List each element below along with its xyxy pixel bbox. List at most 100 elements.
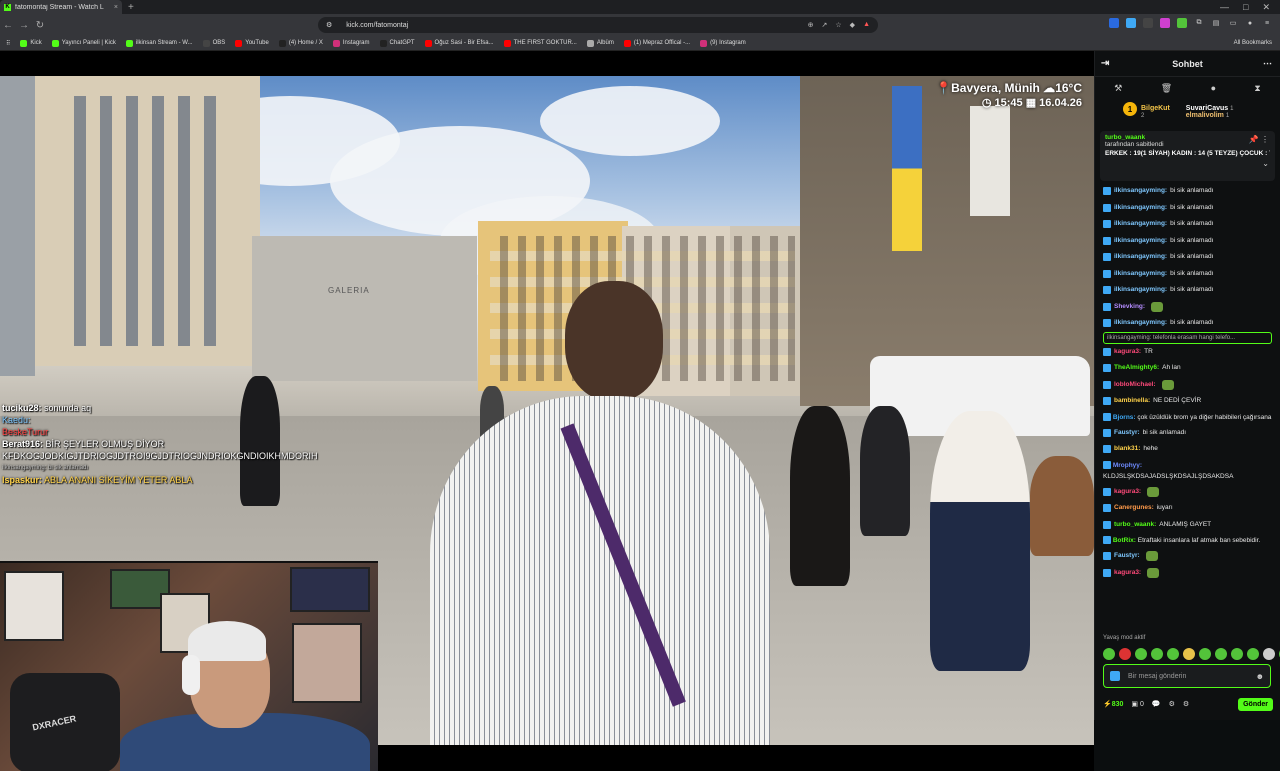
chat-username[interactable]: blank31: [1114, 441, 1140, 458]
chat-username[interactable]: ilkinsangayming: [1114, 266, 1167, 283]
chat-username[interactable]: kagura3: [1114, 484, 1141, 501]
sidebar-icon[interactable]: ▤ [1211, 18, 1221, 28]
extension-icon[interactable] [1160, 18, 1170, 28]
extension-icon[interactable] [1177, 18, 1187, 28]
chat-more-icon[interactable]: ⋯ [1263, 58, 1272, 69]
emote-icon[interactable] [1263, 648, 1275, 660]
chat-message[interactable]: ilkinsangayming: bi sik anlamadı [1103, 266, 1272, 283]
chat-message[interactable]: ilkinsangayming: bi sik anlamadı [1103, 233, 1272, 250]
pin-icon[interactable]: 📌 ⋮ [1249, 135, 1269, 144]
bookmark-item[interactable]: THE FIRST GOKTUR... [503, 39, 577, 47]
chat-username[interactable]: kagura3: [1114, 565, 1141, 582]
bookmark-item[interactable]: Yayıncı Paneli | Kick [51, 39, 116, 47]
gifter-name[interactable]: elmalivolim [1186, 112, 1224, 119]
chat-username[interactable]: ilkinsangayming: [1114, 183, 1167, 200]
back-icon[interactable]: ← [0, 20, 16, 31]
chat-message[interactable]: Faustyr: [1103, 548, 1272, 565]
chat-message[interactable]: bambinella: NE DEDİ ÇEVİR [1103, 393, 1272, 410]
chat-username[interactable]: Faustyr: [1114, 425, 1140, 442]
bookmark-item[interactable]: OBS [202, 39, 225, 47]
extension-icon[interactable] [1109, 18, 1119, 28]
channel-points[interactable]: ⚡830 [1103, 700, 1123, 708]
emote-icon[interactable] [1151, 648, 1163, 660]
url-input[interactable]: ⚙ kick.com/fatomontaj ⊕ ↗ ☆ ◆ ▲ [318, 17, 878, 33]
collapse-chat-icon[interactable]: ⇥ [1101, 58, 1109, 69]
forward-icon[interactable]: → [16, 20, 32, 31]
chat-username[interactable]: BotRix: [1113, 537, 1136, 544]
menu-icon[interactable]: ≡ [1262, 18, 1272, 28]
chat-message[interactable]: kagura3: TR [1103, 344, 1272, 361]
wallet-icon[interactable]: ▭ [1228, 18, 1238, 28]
reply-preview[interactable]: ilkinsangayming: telefonla erasam hangi … [1103, 331, 1272, 344]
message-icon[interactable]: ● [1211, 83, 1216, 93]
chat-username[interactable]: lobloMichael: [1114, 377, 1156, 394]
profile-icon[interactable]: ● [1245, 18, 1255, 28]
chat-message[interactable]: TheAlmighty6: Ah lan [1103, 360, 1272, 377]
emote-icon[interactable] [1119, 648, 1131, 660]
bookmark-star-icon[interactable]: ☆ [835, 21, 841, 29]
chat-username[interactable]: turbo_waank: [1114, 517, 1156, 534]
chat-username[interactable]: Shevking: [1114, 299, 1145, 316]
rewards-icon[interactable]: ▲ [863, 21, 870, 29]
chat-username[interactable]: ilkinsangayming: [1114, 249, 1167, 266]
chat-message[interactable]: Mrophyy: KLDJSLŞKDSAJADSLŞKDSAJLŞDSAKDSA [1103, 458, 1272, 484]
chat-message[interactable]: kagura3: [1103, 484, 1272, 501]
bookmark-item[interactable]: Kick [20, 39, 42, 47]
chat-message[interactable]: Bjorns: çok üzüldük brom ya diğer habibi… [1103, 410, 1272, 425]
bookmark-item[interactable]: Albüm [586, 39, 614, 47]
bookmark-item[interactable]: Instagram [332, 39, 370, 47]
bookmark-item[interactable]: Oğuz Sasi - Bir Efsa... [424, 39, 494, 47]
extension-icon[interactable] [1143, 18, 1153, 28]
emote-icon[interactable] [1167, 648, 1179, 660]
chat-username[interactable]: Bjorns: [1113, 414, 1136, 421]
new-tab-button[interactable]: + [128, 2, 134, 13]
chevron-down-icon[interactable]: ⌄ [1262, 159, 1269, 168]
maximize-icon[interactable]: □ [1243, 2, 1248, 13]
bookmark-item[interactable]: (4) Home / X [278, 39, 323, 47]
chat-message[interactable]: Canergunes: iuyarı [1103, 500, 1272, 517]
emote-icon[interactable] [1103, 648, 1115, 660]
chat-message[interactable]: lobloMichael: [1103, 377, 1272, 394]
browser-tab[interactable]: K fatomontaj Stream - Watch L × [0, 0, 122, 14]
video-player[interactable]: GALERIA 📍Bavyera, Münih ☁16°C ◷ 15:45 ▦ … [0, 51, 1094, 771]
chat-username[interactable]: ilkinsangayming: [1114, 282, 1167, 299]
chat-username[interactable]: TheAlmighty6: [1114, 360, 1159, 377]
apps-grid-icon[interactable]: ⠿ [6, 40, 10, 47]
chat-username[interactable]: ilkinsangayming: [1114, 315, 1167, 332]
chat-message[interactable]: ilkinsangayming: bi sik anlamadı [1103, 282, 1272, 299]
gift-count[interactable]: ▣ 0 [1131, 700, 1143, 708]
chat-bubble-icon[interactable]: 💬 [1152, 700, 1161, 708]
emoji-picker-icon[interactable]: ☻ [1256, 672, 1264, 681]
reload-icon[interactable]: ↻ [32, 20, 48, 31]
minimize-icon[interactable]: — [1220, 2, 1229, 13]
brave-shield-icon[interactable]: ◆ [850, 21, 855, 29]
hammer-icon[interactable]: ⚒ [1114, 83, 1122, 94]
site-info-icon[interactable]: ⚙ [326, 21, 332, 29]
bookmark-item[interactable]: (9) Instagram [700, 39, 746, 47]
chat-username[interactable]: ilkinsangayming: [1114, 216, 1167, 233]
chat-input[interactable]: Bir mesaj gönderin ☻ [1103, 664, 1271, 688]
chat-message[interactable]: ilkinsangayming: bi sik anlamadı [1103, 200, 1272, 217]
gifter-name[interactable]: SuvariCavus [1186, 105, 1228, 112]
chat-message[interactable]: kagura3: [1103, 565, 1272, 582]
bookmark-item[interactable]: ilkinsan Stream - W... [125, 39, 193, 47]
settings-gear-icon[interactable]: ⚙ [1169, 700, 1175, 708]
chat-message[interactable]: ilkinsangayming: bi sik anlamadı [1103, 216, 1272, 233]
all-bookmarks-button[interactable]: All Bookmarks [1234, 40, 1280, 46]
chat-username[interactable]: kagura3: [1114, 344, 1141, 361]
chat-username[interactable]: bambinella: [1114, 393, 1150, 410]
chat-message[interactable]: ilkinsangayming: bi sik anlamadı [1103, 183, 1272, 200]
share-icon[interactable]: ↗ [822, 21, 828, 29]
emote-icon[interactable] [1183, 648, 1195, 660]
chat-settings-icon[interactable]: ⚙ [1183, 700, 1189, 708]
send-button[interactable]: Gönder [1238, 697, 1273, 711]
chat-message[interactable]: ilkinsangayming: bi sik anlamadı [1103, 249, 1272, 266]
chat-username[interactable]: Canergunes: [1114, 500, 1154, 517]
bookmark-item[interactable]: (1) Mepraz Offical -... [623, 39, 690, 47]
emote-icon[interactable] [1247, 648, 1259, 660]
chat-username[interactable]: Mrophyy: [1113, 462, 1142, 469]
chat-message[interactable]: Shevking: [1103, 299, 1272, 316]
bookmark-item[interactable]: ChatGPT [379, 39, 415, 47]
emote-icon[interactable] [1199, 648, 1211, 660]
trash-icon[interactable]: 🗑 [1161, 83, 1172, 94]
